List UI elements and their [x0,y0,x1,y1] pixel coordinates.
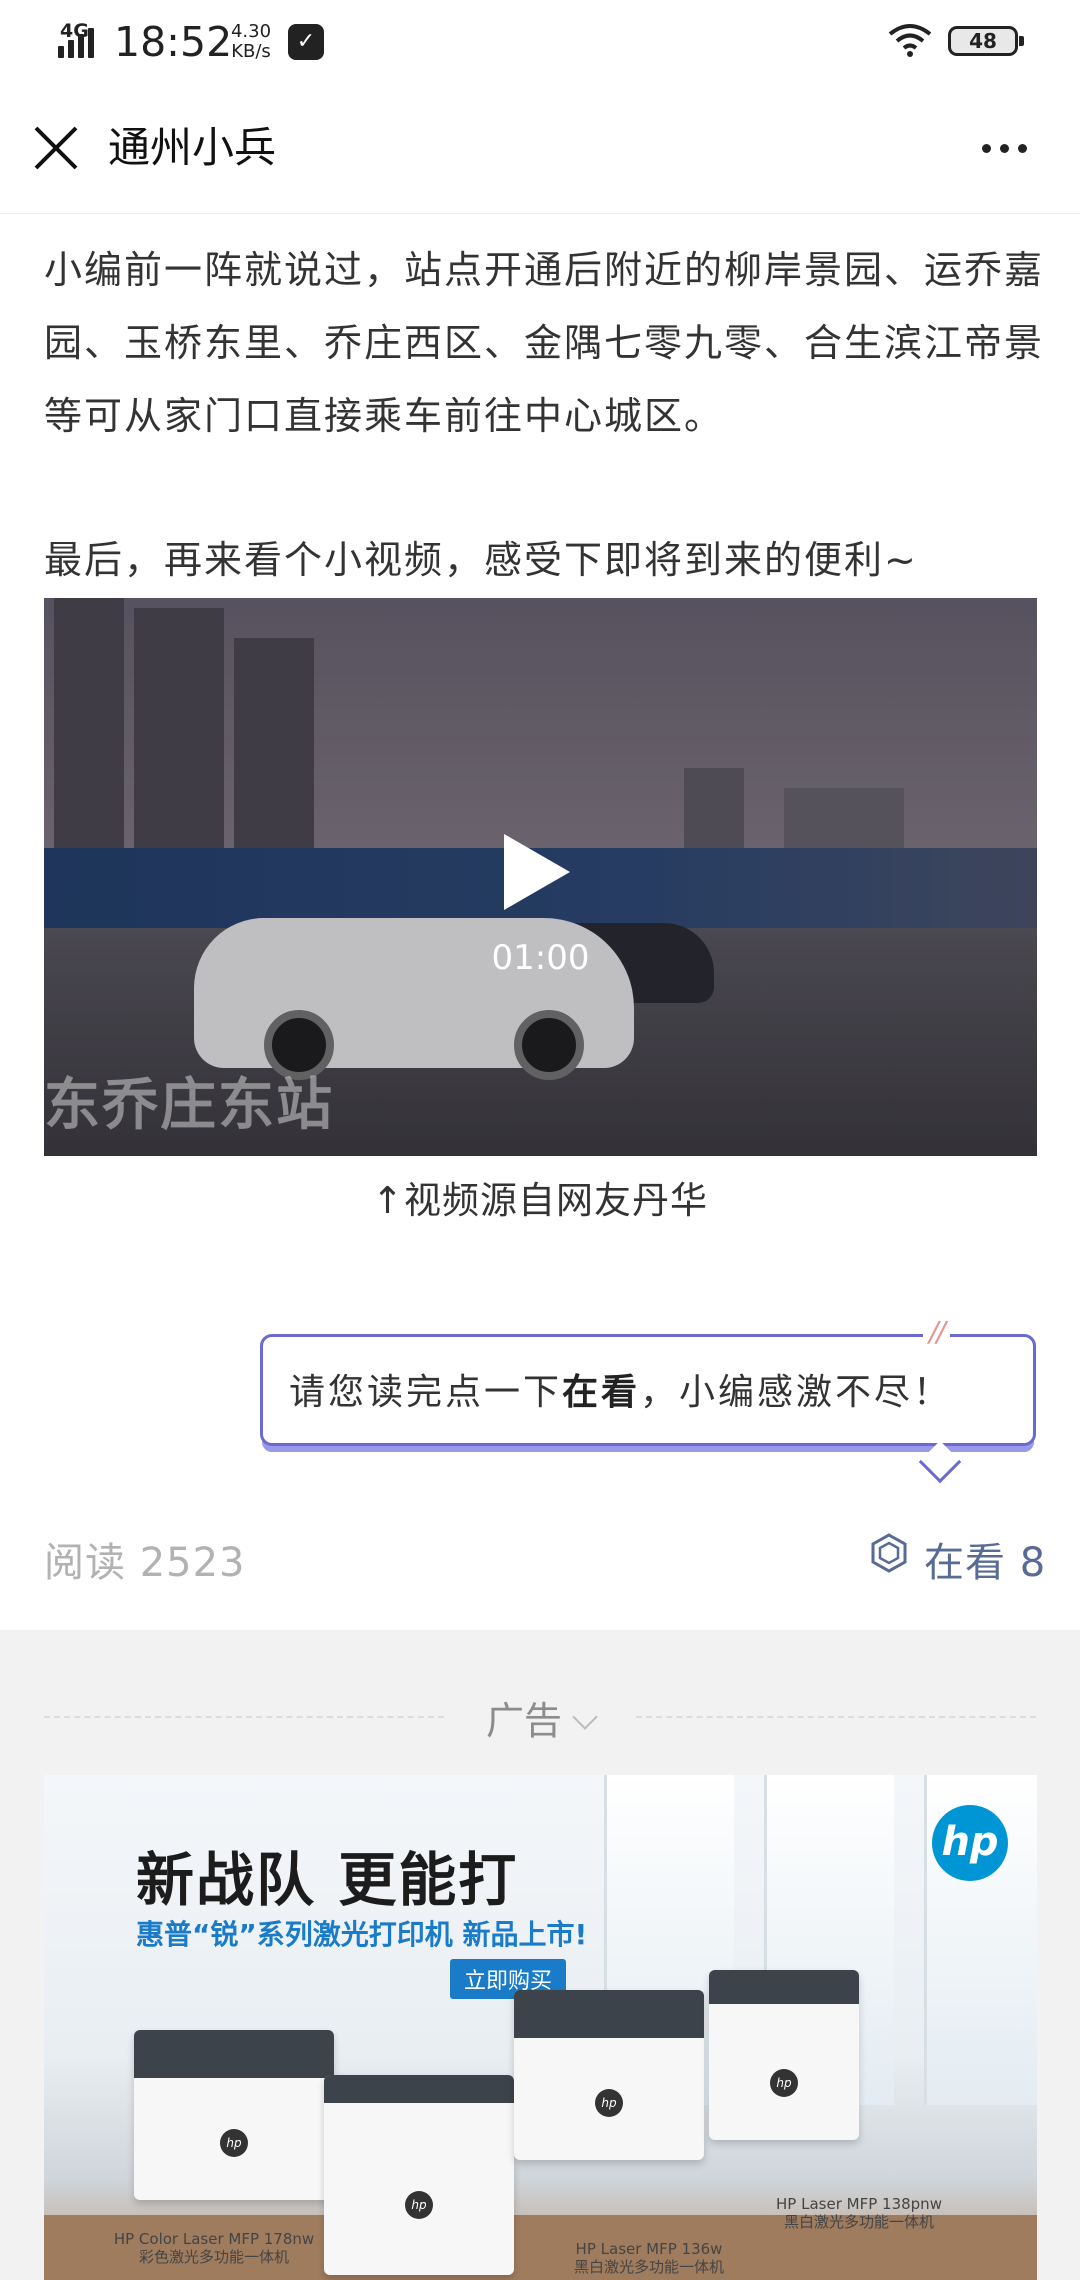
callout-text-highlight: 在看 [562,1372,641,1413]
video-source-caption: ↑视频源自网友丹华 [371,1179,708,1222]
battery-icon: 48 [948,26,1024,56]
nav-bar: 通州小兵 [0,84,1080,214]
network-type: 4G [60,20,89,42]
printer-image: hp [134,2030,334,2200]
zaikan-icon [871,1533,907,1573]
callout-text: 请您读完点一下在看，小编感激不尽！ [289,1363,952,1415]
hp-logo: hp [932,1805,1008,1881]
more-icon[interactable] [972,124,1036,172]
network-speed-value: 4.30 [230,21,272,42]
printer-image: hp [324,2075,514,2275]
printer-name: HP Laser MFP 136w [575,2240,723,2258]
article-paragraph: 小编前一阵就说过，站点开通后附近的柳岸景园、运乔嘉园、玉桥东里、乔庄西区、金隅七… [44,248,1045,438]
callout-decoration: // [923,1315,950,1348]
ad-headline: 新战队 更能打 [136,1846,519,1914]
printer-image: hp [514,1990,704,2160]
network-speed: 4.30 KB/s [228,22,274,62]
printer-image: hp [709,1970,859,2140]
printer-caption: HP Color Laser MFP 178nw 彩色激光多功能一体机 [104,2230,324,2266]
callout-text-suffix: ，小编感激不尽！ [640,1372,953,1413]
zaikan-label: 在看 8 [924,1540,1047,1586]
callout-tail [918,1440,962,1484]
status-bar: 4G 18:52 4.30 KB/s ✓ 48 [0,0,1080,84]
ad-label[interactable]: 广告 [0,1690,1080,1745]
page-title: 通州小兵 [108,123,277,172]
printer-desc: 彩色激光多功能一体机 [138,2248,289,2266]
app-notification-icon: ✓ [288,24,324,60]
callout-box: // 请您读完点一下在看，小编感激不尽！ [260,1315,1036,1484]
printer-name: HP Color Laser MFP 178nw [113,2230,315,2248]
printer-desc: 黑白激光多功能一体机 [573,2258,724,2276]
chevron-down-icon [572,1704,598,1730]
ad-banner[interactable]: 新战队 更能打 惠普“锐”系列激光打印机 新品上市! 立即购买 hp hp hp… [44,1775,1037,2280]
signal-icon: 4G [58,20,104,60]
ad-subline: 惠普“锐”系列激光打印机 新品上市! [136,1918,588,1951]
printer-caption: HP Laser MFP 136w 黑白激光多功能一体机 [549,2240,749,2276]
printer-caption: HP Laser MFP 138pnw 黑白激光多功能一体机 [759,2195,959,2231]
video-player[interactable]: 东乔庄东站 01:00 [44,598,1037,1156]
network-speed-unit: KB/s [231,41,271,62]
ad-label-text: 广告 [485,1699,562,1743]
printer-name: HP Laser MFP 138pnw [776,2195,942,2213]
callout-text-prefix: 请您读完点一下 [289,1372,563,1413]
wifi-icon [888,24,932,57]
close-icon[interactable] [28,120,84,176]
read-count: 阅读 2523 [44,1540,246,1586]
printer-desc: 黑白激光多功能一体机 [783,2213,934,2231]
play-icon[interactable] [504,834,570,910]
clock: 18:52 [114,18,233,66]
video-duration: 01:00 [491,938,590,978]
article-paragraph: 最后，再来看个小视频，感受下即将到来的便利~ [44,538,918,582]
